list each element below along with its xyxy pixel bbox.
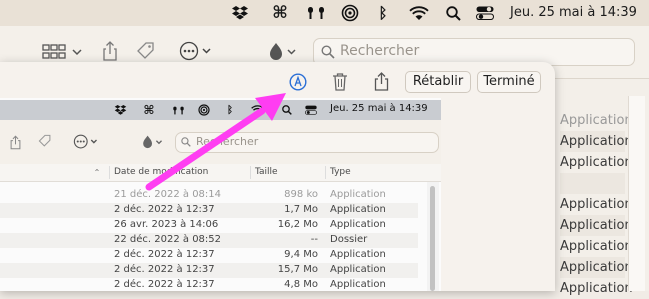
annotation-arrow (145, 93, 286, 191)
